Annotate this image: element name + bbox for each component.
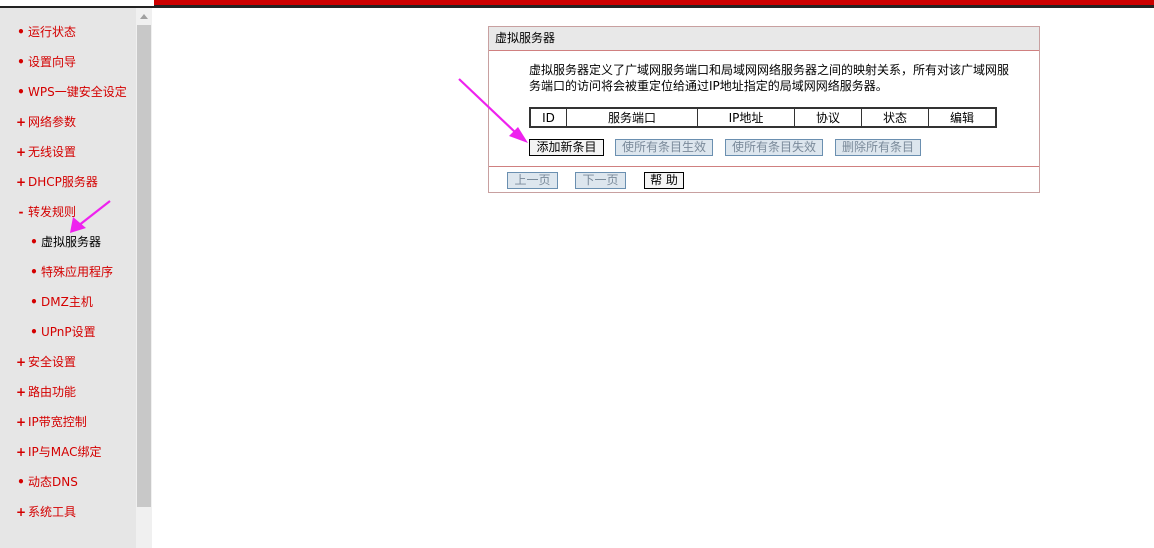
panel-description: 虚拟服务器定义了广域网服务端口和局域网网络服务器之间的映射关系，所有对该广域网服… <box>529 63 1010 93</box>
banner-red-strip <box>154 0 1154 8</box>
add-entry-button[interactable]: 添加新条目 <box>529 139 604 156</box>
column-ip-address: IP地址 <box>697 107 795 128</box>
enable-all-button[interactable]: 使所有条目生效 <box>615 139 713 156</box>
sidebar-item-label: 安全设置 <box>28 355 77 369</box>
panel-separator <box>489 166 1039 167</box>
column-status: 状态 <box>861 107 929 128</box>
expand-plus-icon: + <box>15 505 27 519</box>
sidebar-item-label: WPS一键安全设定 <box>28 85 127 99</box>
sidebar-item[interactable]: • 特殊应用程序 <box>0 262 113 282</box>
sidebar-item[interactable]: • 虚拟服务器 <box>0 232 101 252</box>
expand-plus-icon: + <box>15 415 27 429</box>
expand-plus-icon: + <box>15 385 27 399</box>
sidebar-item[interactable]: + 安全设置 <box>0 352 76 372</box>
expand-plus-icon: + <box>15 115 27 129</box>
delete-all-button[interactable]: 删除所有条目 <box>835 139 921 156</box>
bullet-icon: • <box>17 25 25 39</box>
sidebar-item[interactable]: • 动态DNS <box>0 472 78 492</box>
sidebar-item-label: IP带宽控制 <box>28 415 87 429</box>
sidebar-item[interactable]: • UPnP设置 <box>0 322 96 342</box>
bullet-icon: • <box>30 235 38 249</box>
panel-title: 虚拟服务器 <box>489 27 1039 51</box>
bullet-icon: • <box>30 325 38 339</box>
column-service-port: 服务端口 <box>566 107 698 128</box>
sidebar-item[interactable]: - 转发规则 <box>0 202 77 222</box>
sidebar-menu: • 运行状态 • 设置向导 • WPS一键安全设定 + 网络参数 + 无线设置 + DHCP服务器 - 转… <box>0 8 136 548</box>
expand-plus-icon: + <box>15 175 27 189</box>
scroll-thumb[interactable] <box>137 25 151 507</box>
bullet-icon: • <box>17 475 25 489</box>
bullet-icon: • <box>30 265 38 279</box>
scroll-up-arrow-icon[interactable] <box>136 8 152 24</box>
column-edit: 编辑 <box>928 107 997 128</box>
bullet-icon: • <box>17 55 25 69</box>
sidebar-item-label: 运行状态 <box>28 25 77 39</box>
table-header-row: ID 服务端口 IP地址 协议 状态 编辑 <box>529 107 997 128</box>
help-button[interactable]: 帮 助 <box>644 172 684 189</box>
sidebar-item-label: DMZ主机 <box>41 295 93 309</box>
sidebar-item[interactable]: + DHCP服务器 <box>0 172 98 192</box>
sidebar-item[interactable]: + IP带宽控制 <box>0 412 87 432</box>
prev-page-button[interactable]: 上一页 <box>507 172 558 189</box>
sidebar-item[interactable]: • WPS一键安全设定 <box>0 82 127 102</box>
sidebar-scrollbar[interactable] <box>136 8 152 548</box>
sidebar-item-label: 转发规则 <box>28 205 77 219</box>
expand-plus-icon: + <box>15 445 27 459</box>
sidebar-item[interactable]: • DMZ主机 <box>0 292 93 312</box>
sidebar-item-label: 设置向导 <box>28 55 77 69</box>
next-page-button[interactable]: 下一页 <box>575 172 626 189</box>
sidebar-item-label: 网络参数 <box>28 115 77 129</box>
sidebar-item-label: 无线设置 <box>28 145 77 159</box>
column-id: ID <box>529 107 567 128</box>
banner-left <box>0 0 154 8</box>
sidebar-item[interactable]: • 运行状态 <box>0 22 76 42</box>
sidebar-item-label: 动态DNS <box>28 475 78 489</box>
sidebar-item-label: 虚拟服务器 <box>41 235 102 249</box>
column-protocol: 协议 <box>794 107 862 128</box>
sidebar-item-label: 路由功能 <box>28 385 77 399</box>
expand-plus-icon: + <box>15 355 27 369</box>
bullet-icon: • <box>17 85 25 99</box>
sidebar-item[interactable]: + 网络参数 <box>0 112 76 132</box>
virtual-server-panel: 虚拟服务器 虚拟服务器定义了广域网服务端口和局域网网络服务器之间的映射关系，所有… <box>488 26 1040 193</box>
sidebar-item-label: 特殊应用程序 <box>41 265 114 279</box>
virtual-server-table: ID 服务端口 IP地址 协议 状态 编辑 <box>529 107 997 128</box>
sidebar-item[interactable]: + 系统工具 <box>0 502 76 522</box>
collapse-minus-icon: - <box>18 205 24 219</box>
sidebar-item[interactable]: • 设置向导 <box>0 52 76 72</box>
sidebar-item[interactable]: + 路由功能 <box>0 382 76 402</box>
sidebar-item[interactable]: + IP与MAC绑定 <box>0 442 102 462</box>
sidebar-item-label: DHCP服务器 <box>28 175 98 189</box>
sidebar-item-label: IP与MAC绑定 <box>28 445 102 459</box>
expand-plus-icon: + <box>15 145 27 159</box>
top-banner <box>0 0 1154 8</box>
disable-all-button[interactable]: 使所有条目失效 <box>725 139 823 156</box>
sidebar-item-label: 系统工具 <box>28 505 77 519</box>
bullet-icon: • <box>30 295 38 309</box>
sidebar-item[interactable]: + 无线设置 <box>0 142 76 162</box>
sidebar-item-label: UPnP设置 <box>41 325 96 339</box>
